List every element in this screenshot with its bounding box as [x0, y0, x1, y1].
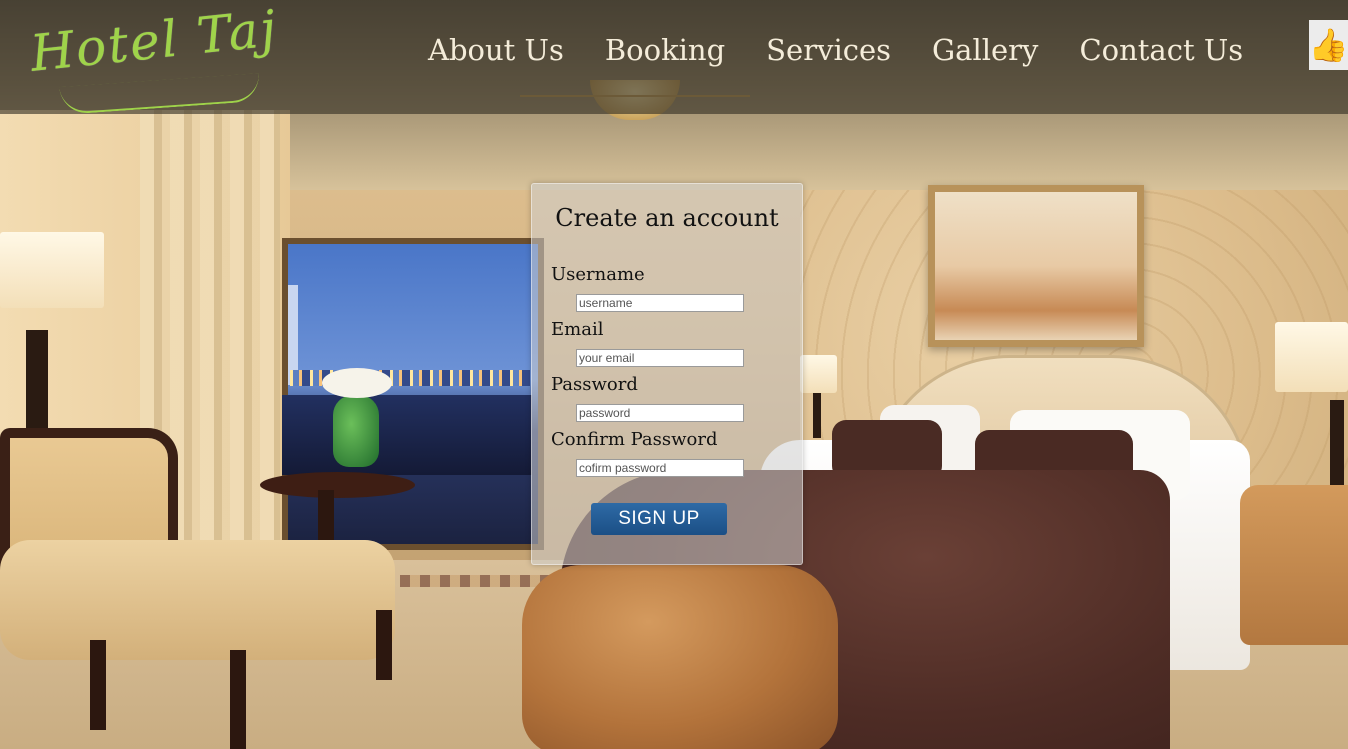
confirm-password-label: Confirm Password	[551, 429, 718, 450]
password-label: Password	[551, 374, 638, 395]
password-input[interactable]	[576, 404, 744, 422]
logo-swash	[59, 73, 261, 115]
hotel-logo[interactable]: Hotel Taj	[28, 0, 281, 83]
site-header: Hotel Taj About Us Booking Services Gall…	[0, 0, 1348, 115]
nav-booking-link[interactable]: Booking	[605, 28, 725, 72]
email-input[interactable]	[576, 349, 744, 367]
email-label: Email	[551, 319, 604, 340]
nav-about-us-link[interactable]: About Us	[428, 28, 564, 72]
signup-button[interactable]: SIGN UP	[591, 503, 727, 535]
nav-contact-us-link[interactable]: Contact Us	[1079, 28, 1243, 72]
confirm-password-input[interactable]	[576, 459, 744, 477]
like-button[interactable]: 👍	[1309, 20, 1348, 70]
nav-services-link[interactable]: Services	[766, 28, 891, 72]
main-nav: About Us Booking Services Gallery Contac…	[428, 28, 1284, 72]
username-input[interactable]	[576, 294, 744, 312]
form-title: Create an account	[555, 204, 779, 232]
username-label: Username	[551, 264, 645, 285]
thumbs-up-icon: 👍	[1308, 26, 1348, 64]
signup-form: Create an account Username Email Passwor…	[531, 183, 803, 565]
nav-gallery-link[interactable]: Gallery	[932, 28, 1038, 72]
